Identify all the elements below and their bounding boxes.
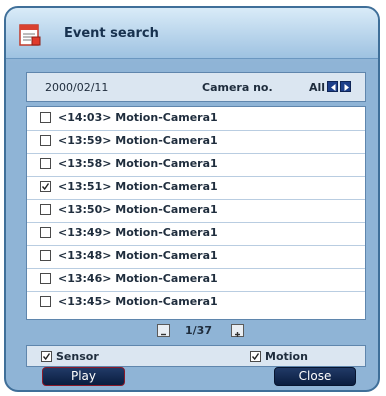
plus-icon	[235, 332, 240, 337]
event-label: <13:51> Motion-Camera1	[58, 180, 218, 193]
play-button[interactable]: Play	[42, 367, 125, 386]
camera-value: All	[309, 81, 326, 94]
event-checkbox[interactable]	[40, 250, 51, 261]
camera-next-button[interactable]	[340, 81, 351, 92]
date-field[interactable]: 2000/02/11	[45, 81, 108, 94]
motion-label: Motion	[265, 350, 308, 363]
event-search-dialog: Event search 2000/02/11 Camera no. All <…	[4, 6, 380, 392]
minus-icon	[161, 333, 166, 336]
list-item[interactable]: <14:03> Motion-Camera1	[27, 107, 365, 131]
list-item[interactable]: <13:51> Motion-Camera1	[27, 176, 365, 200]
pager: 1/37	[6, 322, 378, 340]
page-prev-button[interactable]	[157, 324, 170, 337]
event-checkbox[interactable]	[40, 227, 51, 238]
check-icon	[251, 353, 260, 361]
event-label: <13:50> Motion-Camera1	[58, 203, 218, 216]
camera-prev-button[interactable]	[327, 81, 338, 92]
event-label: <13:48> Motion-Camera1	[58, 249, 218, 262]
event-label: <13:58> Motion-Camera1	[58, 157, 218, 170]
list-item[interactable]: <13:59> Motion-Camera1	[27, 130, 365, 154]
event-label: <13:46> Motion-Camera1	[58, 272, 218, 285]
chevron-right-icon	[344, 84, 349, 91]
sensor-label: Sensor	[56, 350, 99, 363]
event-checkbox[interactable]	[40, 204, 51, 215]
check-icon	[42, 353, 51, 361]
chevron-left-icon	[331, 84, 336, 91]
list-item[interactable]: <13:45> Motion-Camera1	[27, 291, 365, 314]
camera-label: Camera no.	[202, 81, 273, 94]
event-checkbox[interactable]	[40, 296, 51, 307]
list-item[interactable]: <13:50> Motion-Camera1	[27, 199, 365, 223]
event-label: <13:45> Motion-Camera1	[58, 295, 218, 308]
event-checkbox[interactable]	[40, 273, 51, 284]
list-item[interactable]: <13:48> Motion-Camera1	[27, 245, 365, 269]
dialog-title: Event search	[64, 26, 159, 41]
search-header: 2000/02/11 Camera no. All	[26, 72, 366, 102]
event-checkbox[interactable]	[40, 181, 51, 192]
event-checkbox[interactable]	[40, 135, 51, 146]
sensor-checkbox[interactable]	[41, 351, 52, 362]
list-item[interactable]: <13:49> Motion-Camera1	[27, 222, 365, 246]
event-list: <14:03> Motion-Camera1 <13:59> Motion-Cam…	[26, 106, 366, 320]
page-next-button[interactable]	[231, 324, 244, 337]
page-indicator: 1/37	[185, 324, 212, 337]
event-label: <13:59> Motion-Camera1	[58, 134, 218, 147]
event-label: <13:49> Motion-Camera1	[58, 226, 218, 239]
title-bar: Event search	[6, 8, 378, 59]
event-label: <14:03> Motion-Camera1	[58, 111, 218, 124]
filter-bar: Sensor Motion	[26, 345, 366, 367]
calendar-icon	[19, 22, 41, 46]
motion-checkbox[interactable]	[250, 351, 261, 362]
list-item[interactable]: <13:58> Motion-Camera1	[27, 153, 365, 177]
motion-filter[interactable]: Motion	[250, 346, 320, 368]
check-icon	[41, 183, 50, 191]
close-button[interactable]: Close	[274, 367, 356, 386]
event-checkbox[interactable]	[40, 158, 51, 169]
list-item[interactable]: <13:46> Motion-Camera1	[27, 268, 365, 292]
sensor-filter[interactable]: Sensor	[41, 346, 111, 368]
event-checkbox[interactable]	[40, 112, 51, 123]
